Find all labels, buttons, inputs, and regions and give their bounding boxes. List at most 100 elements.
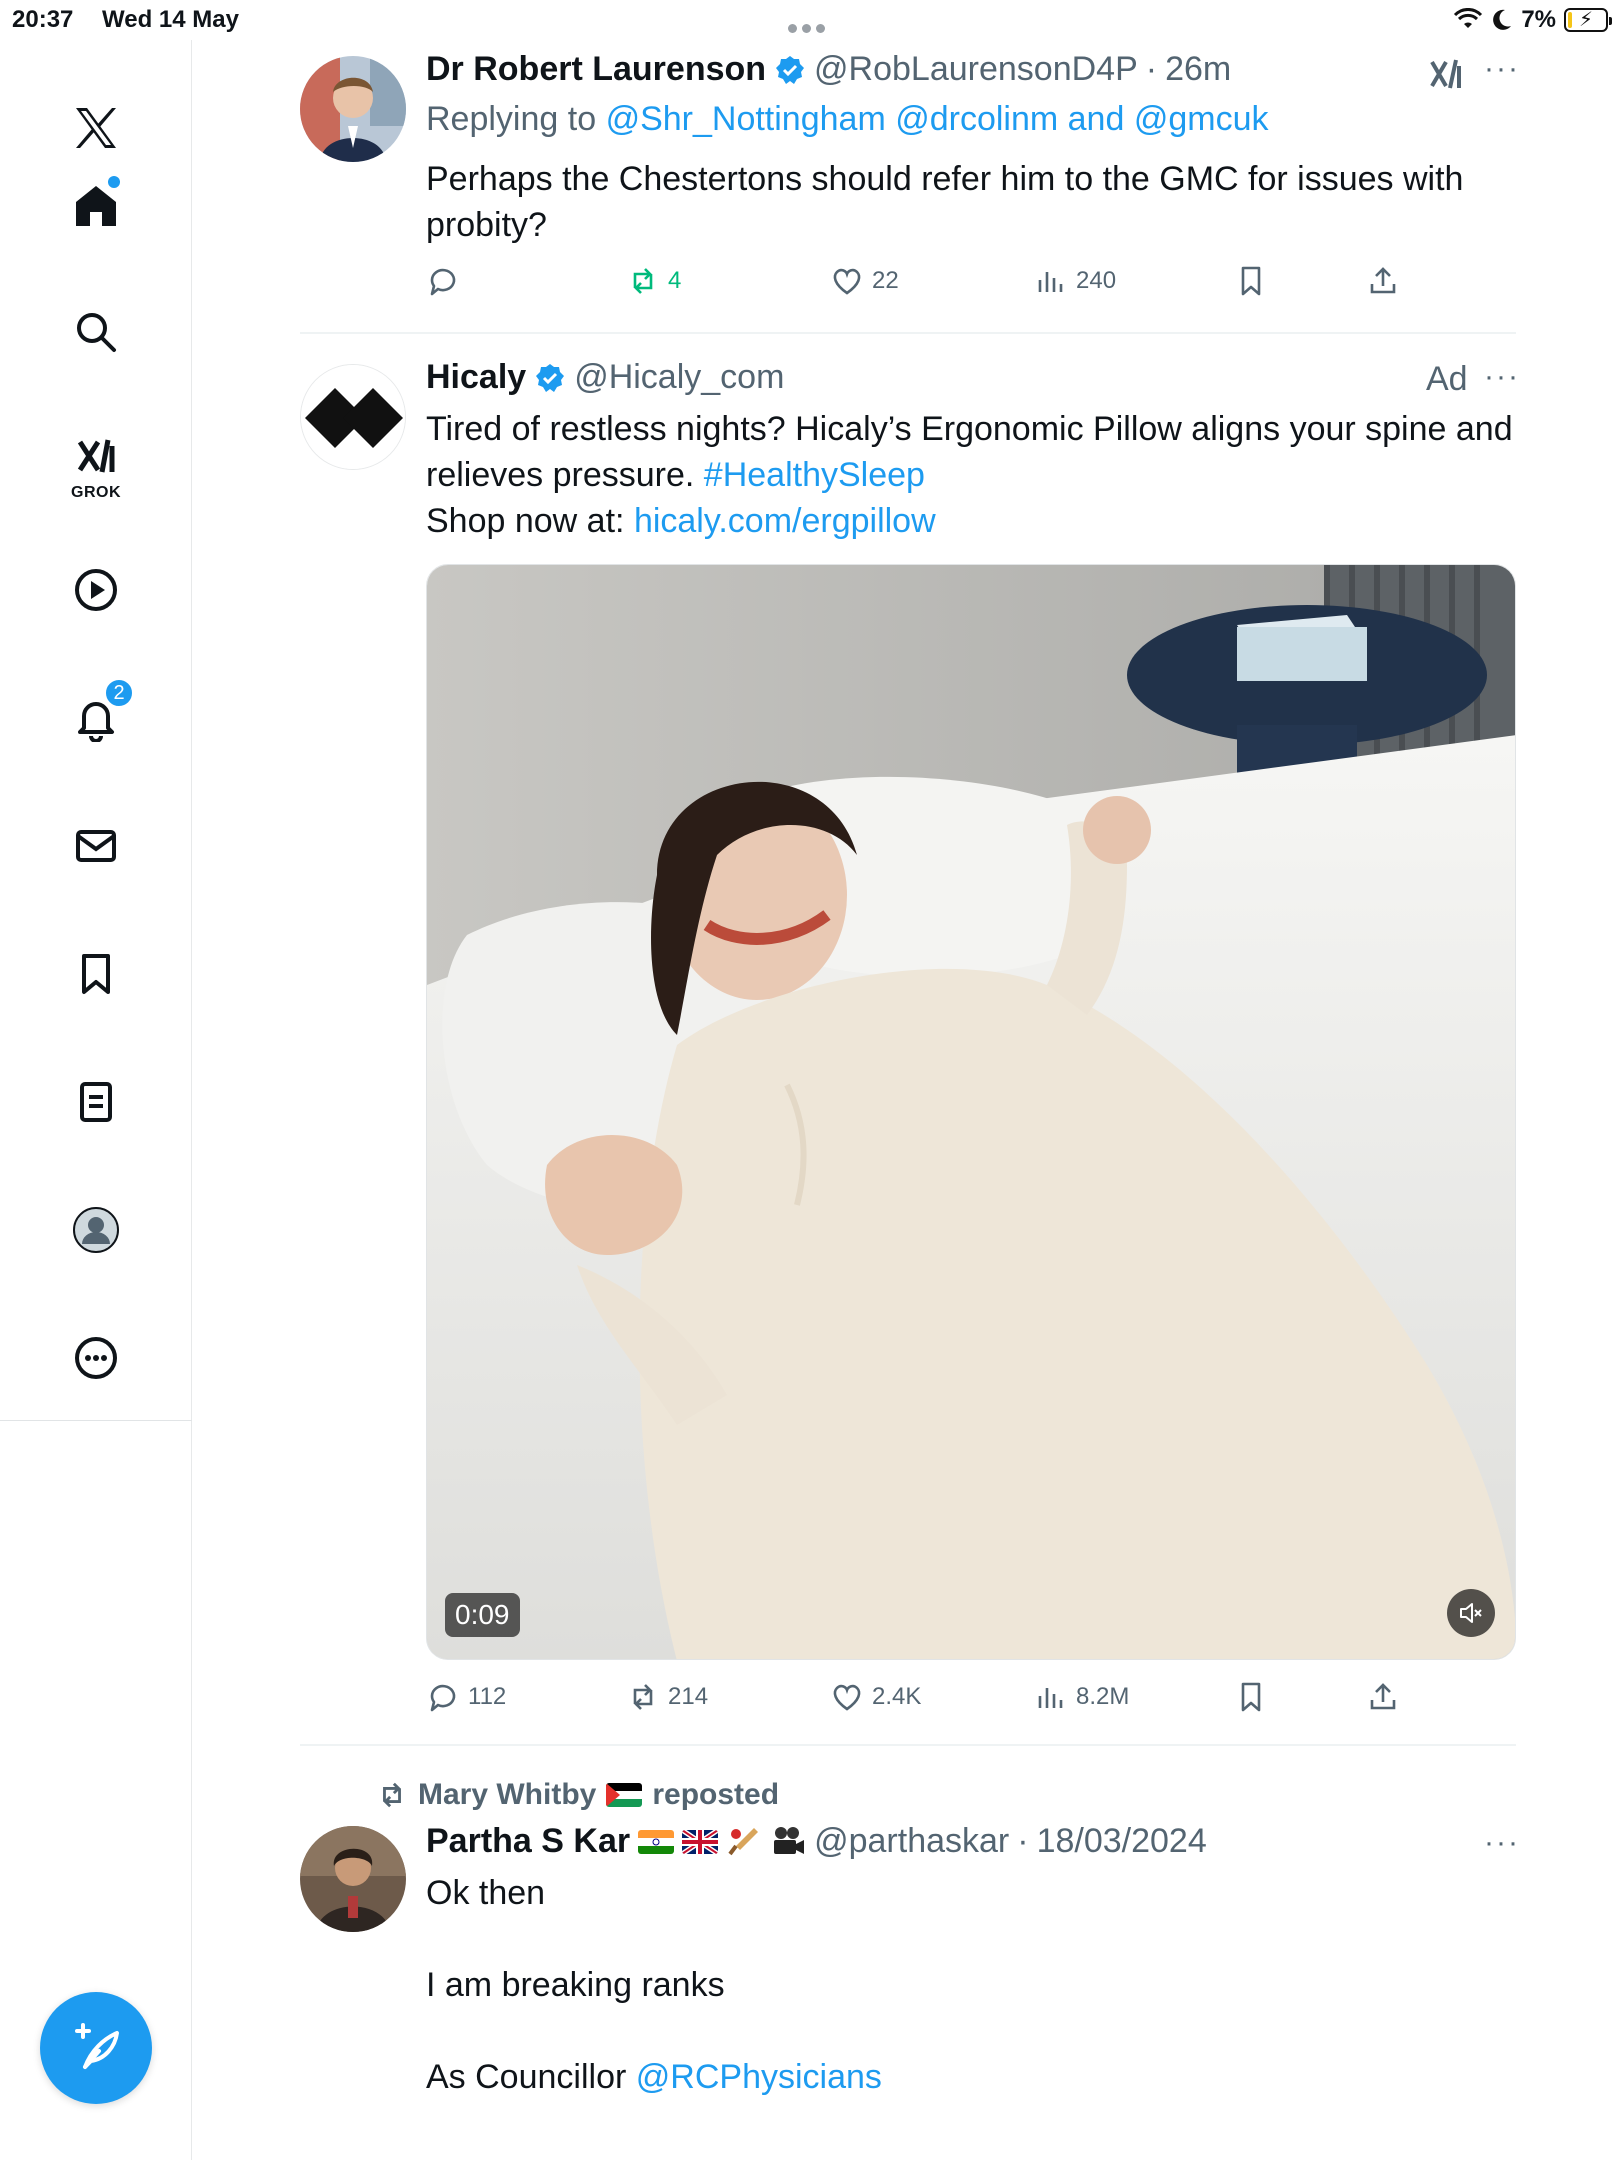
tweet-header-partha: Partha S Kar @parthaskar · 18/03/2024 xyxy=(426,1822,1207,1861)
reply-mentions[interactable]: @Shr_Nottingham @drcolinm and @gmcuk xyxy=(606,100,1269,138)
sidebar-item-search[interactable] xyxy=(56,292,136,372)
author-handle[interactable]: @parthaskar xyxy=(814,1822,1009,1861)
verified-badge-icon xyxy=(776,55,805,84)
reposted-by-name[interactable]: Mary Whitby xyxy=(418,1778,596,1812)
like-button[interactable]: 22 xyxy=(830,264,899,298)
compose-post-button[interactable] xyxy=(40,1992,152,2104)
tweet-header-hicaly: Hicaly @Hicaly_com xyxy=(426,358,784,397)
post-time[interactable]: 26m xyxy=(1165,50,1231,89)
more-circle-icon xyxy=(75,1337,117,1379)
search-icon xyxy=(77,313,116,352)
uk-flag-icon xyxy=(682,1829,719,1854)
bookmark-icon xyxy=(1241,266,1261,296)
video-mute-button[interactable] xyxy=(1447,1589,1495,1637)
x-logo-icon[interactable] xyxy=(56,88,136,168)
sidebar-item-home[interactable] xyxy=(56,166,136,246)
status-time: 20:37 xyxy=(12,6,74,33)
author-name[interactable]: Partha S Kar xyxy=(426,1822,630,1861)
sidebar: GROK 2 xyxy=(0,40,192,2160)
sidebar-item-bookmarks[interactable] xyxy=(56,934,136,1014)
mention-link[interactable]: @RCPhysicians xyxy=(636,2058,882,2096)
ad-text: Tired of restless nights? Hicaly’s Ergon… xyxy=(426,406,1526,544)
home-icon xyxy=(76,186,116,226)
list-icon xyxy=(80,1082,112,1122)
ad-video[interactable]: 0:09 xyxy=(426,564,1516,1660)
sidebar-item-grok[interactable]: GROK xyxy=(56,426,136,506)
reply-count: 112 xyxy=(468,1683,507,1710)
author-handle[interactable]: @RobLaurensonD4P xyxy=(814,50,1138,89)
x-logo-icon-svg xyxy=(76,108,116,148)
avatar-partha[interactable] xyxy=(300,1826,406,1932)
hashtag-link[interactable]: #HealthySleep xyxy=(704,456,925,494)
share-icon xyxy=(1370,267,1396,294)
multitasking-dots-icon[interactable] xyxy=(788,12,836,33)
views-button[interactable]: 240 xyxy=(1034,264,1116,298)
like-count: 2.4K xyxy=(872,1683,922,1710)
more-options-icon[interactable]: ··· xyxy=(1484,1826,1520,1860)
tweet-header-laurenson: Dr Robert Laurenson @RobLaurensonD4P · 2… xyxy=(426,50,1231,89)
views-bar-icon xyxy=(1038,1688,1063,1708)
feather-plus-icon xyxy=(75,2023,119,2069)
repost-count: 4 xyxy=(668,267,682,294)
more-options-icon[interactable]: ··· xyxy=(1484,52,1520,86)
reposted-suffix: reposted xyxy=(652,1778,780,1811)
shop-prefix: Shop now at: xyxy=(426,502,625,540)
tweet-actions: 4 22 240 xyxy=(426,264,1426,312)
view-count: 240 xyxy=(1076,267,1117,294)
repost-icon xyxy=(633,1684,653,1710)
separator-dot: · xyxy=(1017,1822,1029,1860)
heart-icon xyxy=(833,1684,861,1711)
tweet-divider xyxy=(300,332,1516,334)
status-date: Wed 14 May xyxy=(102,6,239,33)
battery-icon: ⚡ xyxy=(1564,8,1612,32)
author-handle[interactable]: @Hicaly_com xyxy=(574,358,784,397)
wifi-icon xyxy=(1454,8,1483,28)
avatar-hicaly[interactable] xyxy=(300,364,406,470)
repost-count: 214 xyxy=(668,1683,709,1710)
share-button[interactable] xyxy=(1366,1680,1400,1714)
grok-explain-icon[interactable] xyxy=(1428,56,1464,92)
avatar-laurenson[interactable] xyxy=(300,56,406,162)
author-name[interactable]: Dr Robert Laurenson xyxy=(426,50,766,89)
bookmark-icon xyxy=(1241,1682,1261,1712)
share-icon xyxy=(1370,1683,1396,1710)
home-new-dot xyxy=(108,176,120,188)
sidebar-item-messages[interactable] xyxy=(56,806,136,886)
video-duration: 0:09 xyxy=(445,1593,520,1637)
heart-icon xyxy=(833,268,861,295)
avatar-partha-image xyxy=(300,1826,406,1932)
sidebar-item-video[interactable] xyxy=(56,550,136,630)
sidebar-item-notifications[interactable]: 2 xyxy=(56,678,136,758)
sidebar-item-profile[interactable] xyxy=(56,1190,136,1270)
tweet-divider xyxy=(300,1744,1516,1746)
repost-icon xyxy=(383,1782,401,1808)
repost-button[interactable]: 214 xyxy=(626,1680,708,1714)
tweet-actions: 112 214 2.4K 8.2M xyxy=(426,1680,1426,1728)
sidebar-item-more[interactable] xyxy=(56,1318,136,1398)
bookmark-button[interactable] xyxy=(1234,1680,1268,1714)
shop-line: Shop now at: hicaly.com/ergpillow xyxy=(426,498,1526,544)
movie-camera-icon xyxy=(774,1826,805,1854)
repost-button[interactable]: 4 xyxy=(626,264,681,298)
views-button[interactable]: 8.2M xyxy=(1034,1680,1129,1714)
author-name[interactable]: Hicaly xyxy=(426,358,526,397)
replying-to: Replying to @Shr_Nottingham @drcolinm an… xyxy=(426,100,1268,139)
sidebar-divider xyxy=(0,1420,192,1421)
tweet-text-line-2: I am breaking ranks xyxy=(426,1966,725,2004)
hicaly-logo-icon xyxy=(301,365,405,469)
reply-button[interactable]: 112 xyxy=(426,1680,506,1714)
bookmark-button[interactable] xyxy=(1234,264,1268,298)
shop-link[interactable]: hicaly.com/ergpillow xyxy=(634,502,936,540)
share-button[interactable] xyxy=(1366,264,1400,298)
sidebar-item-lists[interactable] xyxy=(56,1062,136,1142)
repost-icon xyxy=(633,268,653,294)
reply-button[interactable] xyxy=(426,264,468,298)
profile-avatar-icon xyxy=(73,1207,119,1253)
like-button[interactable]: 2.4K xyxy=(830,1680,921,1714)
status-bar: 20:37 Wed 14 May 7% ⚡ xyxy=(0,0,1620,40)
more-options-icon[interactable]: ··· xyxy=(1484,360,1520,394)
post-time[interactable]: 18/03/2024 xyxy=(1037,1822,1207,1861)
verified-badge-icon xyxy=(536,363,565,392)
battery-percent: 7% xyxy=(1521,6,1556,33)
speaker-muted-icon xyxy=(1460,1603,1482,1623)
